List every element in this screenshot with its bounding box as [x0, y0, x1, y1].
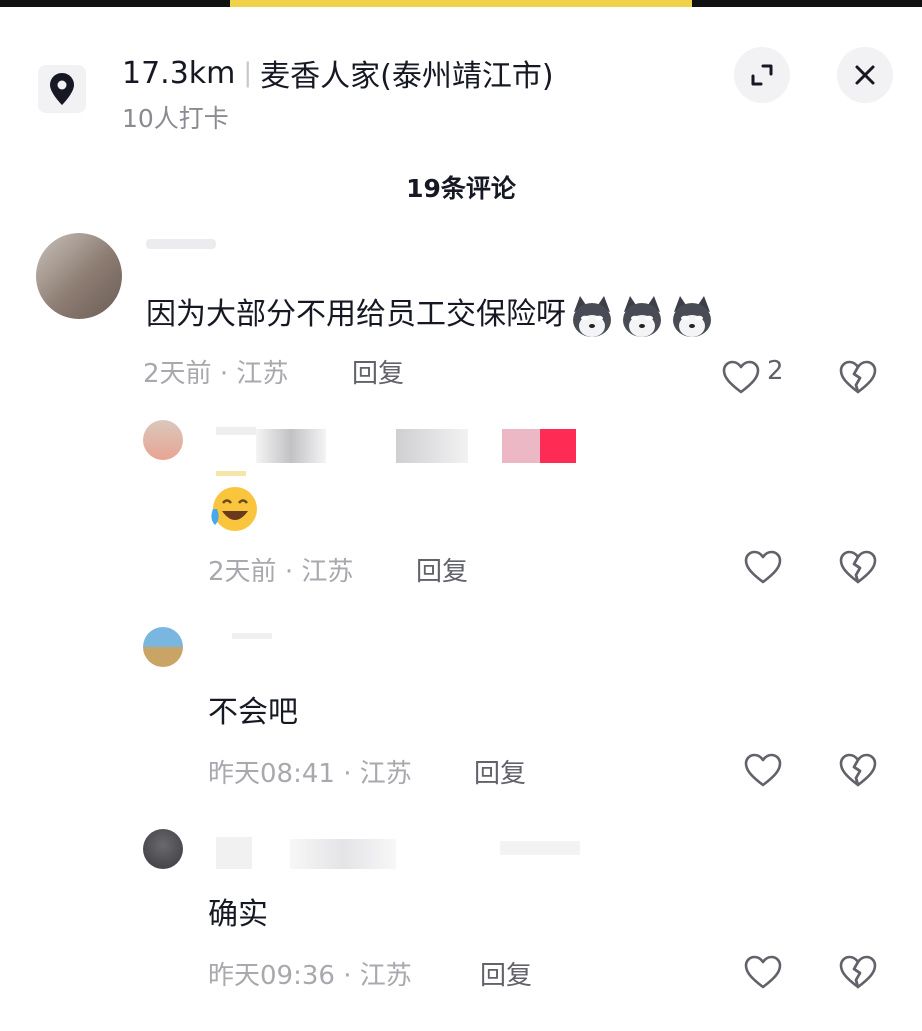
comment-meta: 昨天08:41 · 江苏 [208, 759, 412, 789]
heart-icon[interactable] [743, 954, 783, 990]
reply-button[interactable]: 回复 [474, 753, 526, 790]
avatar[interactable] [36, 233, 122, 319]
like-count: 2 [767, 356, 784, 386]
avatar[interactable] [143, 420, 183, 460]
location-distance: 17.3km [122, 55, 236, 91]
location-line[interactable]: 17.3km | 麦香人家(泰州靖江市) [122, 51, 554, 95]
avatar[interactable] [143, 829, 183, 869]
video-top-strip [0, 0, 922, 7]
heart-icon[interactable] [743, 752, 783, 788]
location-name: 麦香人家(泰州靖江市) [260, 59, 554, 94]
map-pin-icon [50, 73, 74, 105]
location-divider: | [243, 58, 253, 88]
husky-emoji-icon [673, 295, 711, 337]
comment-meta: 2天前 · 江苏 [143, 359, 289, 389]
husky-emoji-icon [623, 295, 661, 337]
expand-icon [751, 64, 773, 86]
location-pin-button[interactable] [38, 65, 86, 113]
expand-button[interactable] [734, 47, 790, 103]
avatar[interactable] [143, 627, 183, 667]
username-blurred[interactable] [146, 239, 216, 249]
reply-button[interactable]: 回复 [480, 955, 532, 992]
comment-text: 不会吧 [208, 695, 298, 730]
broken-heart-icon[interactable] [838, 549, 878, 585]
reply-button[interactable]: 回复 [352, 353, 404, 390]
comment-count: 19条评论 [406, 174, 516, 203]
heart-icon[interactable] [743, 549, 783, 585]
husky-emoji-icon [573, 295, 611, 337]
broken-heart-icon[interactable] [838, 359, 878, 395]
username-blurred[interactable] [232, 633, 272, 639]
comment-meta: 昨天09:36 · 江苏 [208, 961, 412, 991]
heart-icon[interactable] [721, 359, 761, 395]
broken-heart-icon[interactable] [838, 954, 878, 990]
close-button[interactable] [837, 47, 893, 103]
comment-text: 因为大部分不用给员工交保险呀 [146, 289, 716, 340]
comment-sheet: 17.3km | 麦香人家(泰州靖江市) 10人打卡 19条评论 因为大部分不用… [0, 7, 922, 1031]
checkin-count: 10人打卡 [122, 104, 229, 133]
close-icon [855, 65, 875, 85]
reply-button[interactable]: 回复 [416, 551, 468, 588]
comment-text: 确实 [208, 897, 268, 932]
laughing-crying-emoji-icon [211, 487, 257, 531]
broken-heart-icon[interactable] [838, 752, 878, 788]
comment-meta: 2天前 · 江苏 [208, 557, 354, 587]
